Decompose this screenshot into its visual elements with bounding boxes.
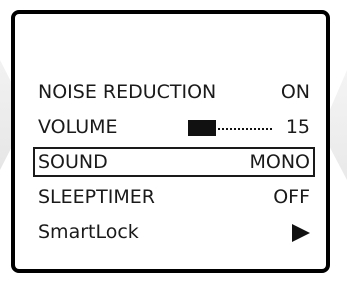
menu-item-label: NOISE REDUCTION [38, 81, 217, 103]
menu-item-label: SOUND [38, 151, 108, 173]
menu-item-sound[interactable]: SOUND MONO [33, 147, 315, 177]
menu-item-noise-reduction[interactable]: NOISE REDUCTION ON [33, 77, 315, 107]
menu-item-value: ON [280, 81, 310, 103]
volume-level-track [218, 128, 272, 130]
tv-menu-page: NOISE REDUCTION ON VOLUME 15 SOUND MONO … [0, 0, 347, 284]
menu-item-label: VOLUME [38, 116, 118, 138]
menu-item-smartlock[interactable]: SmartLock [33, 217, 315, 247]
menu-item-label: SLEEPTIMER [38, 186, 155, 208]
volume-level-bar[interactable] [188, 120, 272, 136]
menu-item-value: OFF [273, 186, 310, 208]
menu-item-sleeptimer[interactable]: SLEEPTIMER OFF [33, 182, 315, 212]
volume-level-fill [188, 120, 216, 136]
menu-item-value: 15 [285, 116, 310, 138]
menu-item-volume[interactable]: VOLUME 15 [33, 112, 315, 142]
play-arrow-icon[interactable] [292, 224, 310, 242]
menu-item-label: SmartLock [38, 221, 139, 243]
menu-item-value: MONO [249, 151, 310, 173]
